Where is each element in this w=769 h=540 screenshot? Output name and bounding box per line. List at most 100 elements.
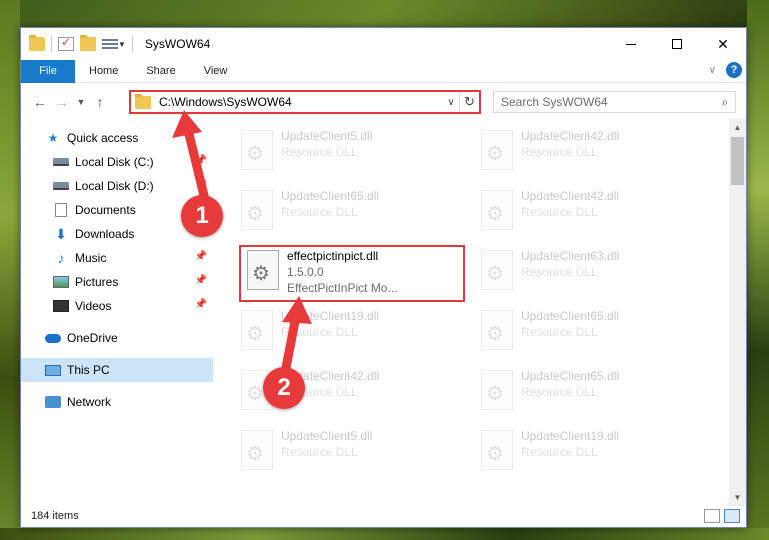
window-controls: ✕	[608, 28, 746, 60]
sidebar-item-label: Network	[67, 395, 112, 409]
file-description: Resource DLL	[281, 145, 358, 159]
sidebar-item-label: Music	[75, 251, 107, 265]
file-description: Resource DLL	[281, 445, 358, 459]
file-tile[interactable]: UpdateClient42.dll Resource DLL	[475, 186, 699, 238]
sidebar-item-this-pc[interactable]: This PC	[21, 358, 213, 382]
file-name: UpdateClient63.dll	[521, 249, 620, 263]
sidebar-item-onedrive[interactable]: OneDrive	[21, 326, 213, 350]
status-bar: 184 items	[21, 505, 746, 527]
dll-file-icon	[481, 310, 513, 350]
pin-icon: 📌	[194, 299, 207, 310]
properties-check-icon[interactable]	[58, 35, 74, 51]
pin-icon: 📌	[194, 275, 207, 286]
dll-file-icon	[241, 430, 273, 470]
file-name: UpdateClient19.dll	[521, 429, 620, 443]
toolbar-divider	[51, 36, 52, 52]
close-button[interactable]: ✕	[700, 28, 746, 60]
up-button[interactable]: ↑	[89, 91, 111, 113]
pin-icon: 📌	[194, 251, 207, 262]
file-tile[interactable]: UpdateClient63.dll Resource DLL	[475, 246, 699, 298]
file-name: UpdateClient5.dll	[281, 429, 373, 443]
file-tile[interactable]: UpdateClient42.dll Resource DLL	[475, 126, 699, 178]
dll-file-icon	[481, 130, 513, 170]
file-tile[interactable]: UpdateClient65.dll Resource DLL	[475, 366, 699, 418]
new-folder-icon[interactable]	[80, 35, 96, 51]
navigation-bar: ← → ▼ ↑ C:\Windows\SysWOW64 ∨ ↻ Search S…	[21, 88, 746, 116]
minimize-icon	[626, 43, 636, 45]
chevron-down-icon[interactable]: ▼	[118, 40, 126, 49]
arrow-up-icon: ↑	[96, 94, 104, 110]
documents-icon	[53, 203, 69, 217]
file-tile[interactable]: UpdateClient65.dll Resource DLL	[475, 306, 699, 358]
star-icon: ★	[47, 131, 59, 145]
tab-home[interactable]: Home	[75, 60, 132, 83]
address-dropdown-icon[interactable]: ∨	[443, 97, 459, 108]
sidebar-item-label: OneDrive	[67, 331, 118, 345]
pictures-icon	[53, 275, 69, 289]
cloud-icon	[45, 331, 61, 345]
dll-file-icon	[481, 250, 513, 290]
recent-locations-button[interactable]: ▼	[73, 91, 89, 113]
arrow-right-icon: →	[55, 94, 69, 110]
sidebar-item-label: Videos	[75, 299, 112, 313]
tab-file[interactable]: File	[21, 59, 75, 83]
refresh-icon[interactable]: ↻	[459, 92, 479, 112]
network-icon	[45, 395, 61, 409]
videos-icon	[53, 299, 69, 313]
file-name: UpdateClient65.dll	[521, 309, 620, 323]
scroll-down-icon[interactable]: ▼	[729, 489, 746, 506]
folder-icon[interactable]	[29, 35, 45, 51]
search-input[interactable]: Search SysWOW64 ⌕	[493, 91, 736, 113]
file-tile[interactable]: UpdateClient65.dll Resource DLL	[235, 186, 459, 238]
sidebar-item-network[interactable]: Network	[21, 390, 213, 414]
drive-icon	[53, 155, 69, 169]
file-name: UpdateClient42.dll	[521, 129, 620, 143]
tab-share[interactable]: Share	[132, 60, 189, 83]
forward-button[interactable]: →	[51, 91, 73, 113]
arrow-left-icon: ←	[33, 94, 47, 110]
scrollbar-thumb[interactable]	[731, 137, 744, 185]
title-bar: ▼ SysWOW64 ✕	[21, 28, 746, 60]
sidebar-item-videos[interactable]: Videos 📌	[21, 294, 213, 318]
file-description: Resource DLL	[521, 385, 598, 399]
ribbon-tabs: File Home Share View ∨ ?	[21, 59, 746, 83]
file-name: UpdateClient65.dll	[521, 369, 620, 383]
sidebar-item-music[interactable]: ♪ Music 📌	[21, 246, 213, 270]
sidebar-item-pictures[interactable]: Pictures 📌	[21, 270, 213, 294]
dll-file-icon	[481, 190, 513, 230]
address-path[interactable]: C:\Windows\SysWOW64	[159, 95, 443, 109]
details-view-icon[interactable]	[704, 509, 720, 523]
file-tile[interactable]: UpdateClient5.dll Resource DLL	[235, 426, 459, 478]
dll-file-icon	[241, 130, 273, 170]
file-name: UpdateClient42.dll	[521, 189, 620, 203]
sidebar-item-label: This PC	[67, 363, 110, 377]
vertical-scrollbar[interactable]: ▲ ▼	[729, 119, 746, 506]
file-tile[interactable]: UpdateClient5.dll Resource DLL	[235, 126, 459, 178]
download-icon: ⬇	[55, 225, 67, 242]
customize-toolbar-icon[interactable]	[102, 37, 118, 51]
back-button[interactable]: ←	[29, 91, 51, 113]
maximize-button[interactable]	[654, 28, 700, 60]
expand-ribbon-icon[interactable]: ∨	[709, 65, 716, 76]
minimize-button[interactable]	[608, 28, 654, 60]
file-description: Resource DLL	[521, 265, 598, 279]
help-icon[interactable]: ?	[726, 62, 742, 78]
file-description: Resource DLL	[281, 205, 358, 219]
file-explorer-window: ▼ SysWOW64 ✕ File Home Share View ∨ ? ← …	[20, 27, 747, 528]
maximize-icon	[672, 39, 682, 49]
close-icon: ✕	[717, 35, 729, 52]
file-tile[interactable]: UpdateClient19.dll Resource DLL	[475, 426, 699, 478]
sidebar-item-label: Quick access	[67, 131, 139, 145]
file-description: Resource DLL	[521, 445, 598, 459]
scroll-up-icon[interactable]: ▲	[729, 119, 746, 136]
search-icon[interactable]: ⌕	[715, 95, 735, 110]
toolbar-divider	[131, 36, 133, 52]
tiles-view-icon[interactable]	[724, 509, 740, 523]
sidebar-item-label: Documents	[75, 203, 136, 217]
file-name: UpdateClient5.dll	[281, 129, 373, 143]
tab-view[interactable]: View	[190, 60, 242, 83]
dll-file-icon	[481, 430, 513, 470]
file-description: Resource DLL	[521, 205, 598, 219]
folder-icon	[135, 93, 151, 109]
desktop-background-bottom	[0, 528, 769, 540]
